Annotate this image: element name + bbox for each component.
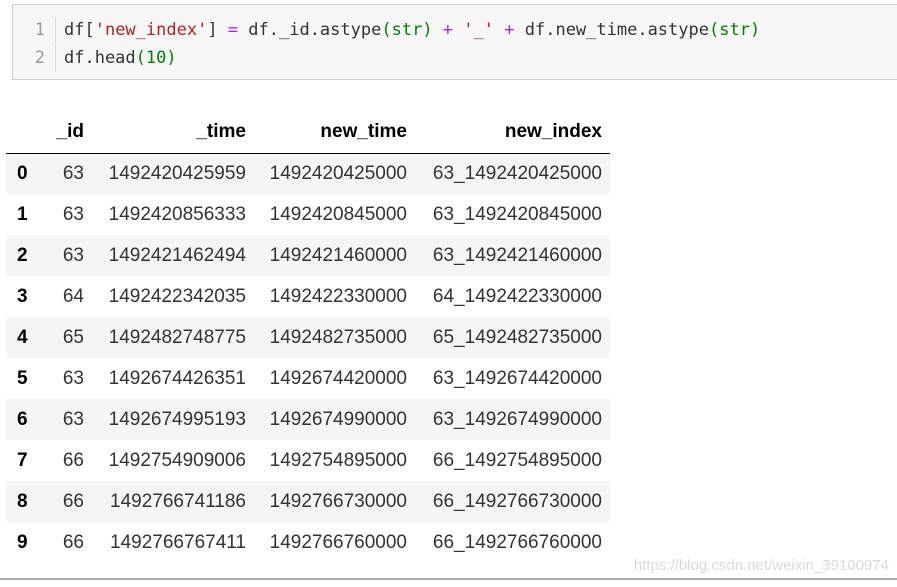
cell-new-index: 63_1492674420000 xyxy=(432,367,602,389)
cell-new-time: 1492482735000 xyxy=(269,326,407,348)
code-cell[interactable]: 1 df['new_index'] = df._id.astype(str) + … xyxy=(12,4,897,80)
line-number: 1 xyxy=(13,17,56,44)
cell-time: 1492420856333 xyxy=(108,203,246,225)
code-string: 'new_index' xyxy=(94,20,208,40)
code-token: df[ xyxy=(64,20,95,40)
row-index: 2 xyxy=(17,244,28,266)
cell-new-index: 63_1492674990000 xyxy=(432,408,602,430)
cell-id: 64 xyxy=(62,285,84,307)
column-header-time: _time xyxy=(92,112,254,154)
cell-id: 66 xyxy=(62,490,84,512)
column-header-index xyxy=(6,112,44,154)
row-index: 5 xyxy=(17,367,28,389)
watermark-text: https://blog.csdn.net/weixin_39100974 xyxy=(633,557,889,574)
code-token: df.head xyxy=(64,48,136,68)
cell-divider xyxy=(0,578,897,580)
code-builtin: str xyxy=(719,20,750,40)
row-index: 6 xyxy=(17,408,28,430)
cell-id: 63 xyxy=(62,367,84,389)
cell-id: 66 xyxy=(62,449,84,471)
cell-id: 63 xyxy=(62,408,84,430)
code-paren: ) xyxy=(749,20,761,40)
cell-new-index: 66_1492754895000 xyxy=(432,449,602,471)
code-builtin: str xyxy=(391,20,423,40)
code-line: 2 df.head(10) xyxy=(13,45,177,72)
row-index: 0 xyxy=(17,162,28,184)
row-index: 3 xyxy=(17,285,28,307)
cell-new-time: 1492766730000 xyxy=(269,490,407,512)
code-token: df.new_time.astype xyxy=(514,20,709,40)
row-index: 7 xyxy=(17,449,28,471)
cell-time: 1492766767411 xyxy=(110,531,246,553)
code-paren: ) xyxy=(422,20,443,40)
cell-id: 63 xyxy=(62,203,84,225)
cell-time: 1492482748775 xyxy=(108,326,246,348)
cell-time: 1492766741186 xyxy=(110,490,246,512)
cell-time: 1492422342035 xyxy=(108,285,246,307)
cell-new-time: 1492754895000 xyxy=(269,449,407,471)
table-row: 0 63 1492420425959 1492420425000 63_1492… xyxy=(6,153,610,194)
column-header-id: _id xyxy=(44,112,92,154)
table-header-row: _id _time new_time new_index xyxy=(6,112,610,154)
cell-new-time: 1492422330000 xyxy=(269,285,407,307)
table-row: 8 66 1492766741186 1492766730000 66_1492… xyxy=(6,481,610,522)
cell-id: 65 xyxy=(62,326,84,348)
row-index: 1 xyxy=(17,203,28,225)
cell-time: 1492420425959 xyxy=(108,162,246,184)
code-line: 1 df['new_index'] = df._id.astype(str) + … xyxy=(13,17,760,44)
table-row: 9 66 1492766767411 1492766760000 66_1492… xyxy=(6,522,610,563)
column-header-new-index: new_index xyxy=(415,112,610,154)
table-row: 5 63 1492674426351 1492674420000 63_1492… xyxy=(6,358,610,399)
code-operator: = xyxy=(227,20,239,40)
cell-new-index: 66_1492766730000 xyxy=(432,490,602,512)
cell-new-time: 1492674990000 xyxy=(269,408,407,430)
cell-time: 1492674426351 xyxy=(108,367,246,389)
cell-time: 1492674995193 xyxy=(108,408,246,430)
cell-id: 66 xyxy=(62,531,84,553)
code-operator: + xyxy=(442,20,454,40)
table-row: 7 66 1492754909006 1492754895000 66_1492… xyxy=(6,440,610,481)
table-row: 2 63 1492421462494 1492421460000 63_1492… xyxy=(6,235,610,276)
column-header-new-time: new_time xyxy=(254,112,415,154)
table-row: 4 65 1492482748775 1492482735000 65_1492… xyxy=(6,317,610,358)
cell-new-index: 66_1492766760000 xyxy=(432,531,602,553)
code-paren: ) xyxy=(166,48,177,68)
code-string: '_' xyxy=(463,20,495,40)
cell-new-index: 63_1492421460000 xyxy=(432,244,602,266)
cell-new-index: 63_1492420845000 xyxy=(432,203,602,225)
cell-time: 1492754909006 xyxy=(108,449,246,471)
table-row: 3 64 1492422342035 1492422330000 64_1492… xyxy=(6,276,610,317)
cell-new-time: 1492420845000 xyxy=(269,203,407,225)
code-operator: + xyxy=(504,20,515,40)
row-index: 4 xyxy=(17,326,28,348)
cell-new-time: 1492674420000 xyxy=(269,367,407,389)
table-row: 6 63 1492674995193 1492674990000 63_1492… xyxy=(6,399,610,440)
cell-id: 63 xyxy=(62,244,84,266)
cell-new-time: 1492420425000 xyxy=(269,162,407,184)
output-dataframe-table: _id _time new_time new_index 0 63 149242… xyxy=(6,112,610,563)
cell-time: 1492421462494 xyxy=(108,244,246,266)
cell-new-time: 1492766760000 xyxy=(269,531,407,553)
cell-id: 63 xyxy=(62,162,84,184)
row-index: 8 xyxy=(17,490,28,512)
code-paren: ( xyxy=(135,48,146,68)
cell-new-index: 63_1492420425000 xyxy=(432,162,602,184)
cell-new-index: 65_1492482735000 xyxy=(432,326,602,348)
table-row: 1 63 1492420856333 1492420845000 63_1492… xyxy=(6,194,610,235)
cell-new-index: 64_1492422330000 xyxy=(432,285,602,307)
code-paren: ( xyxy=(381,20,392,40)
line-number: 2 xyxy=(13,45,56,72)
row-index: 9 xyxy=(17,531,28,553)
code-paren: ( xyxy=(708,20,720,40)
code-token: ] xyxy=(207,20,228,40)
code-token: df._id.astype xyxy=(238,20,382,40)
code-number: 10 xyxy=(145,48,167,68)
cell-new-time: 1492421460000 xyxy=(269,244,407,266)
